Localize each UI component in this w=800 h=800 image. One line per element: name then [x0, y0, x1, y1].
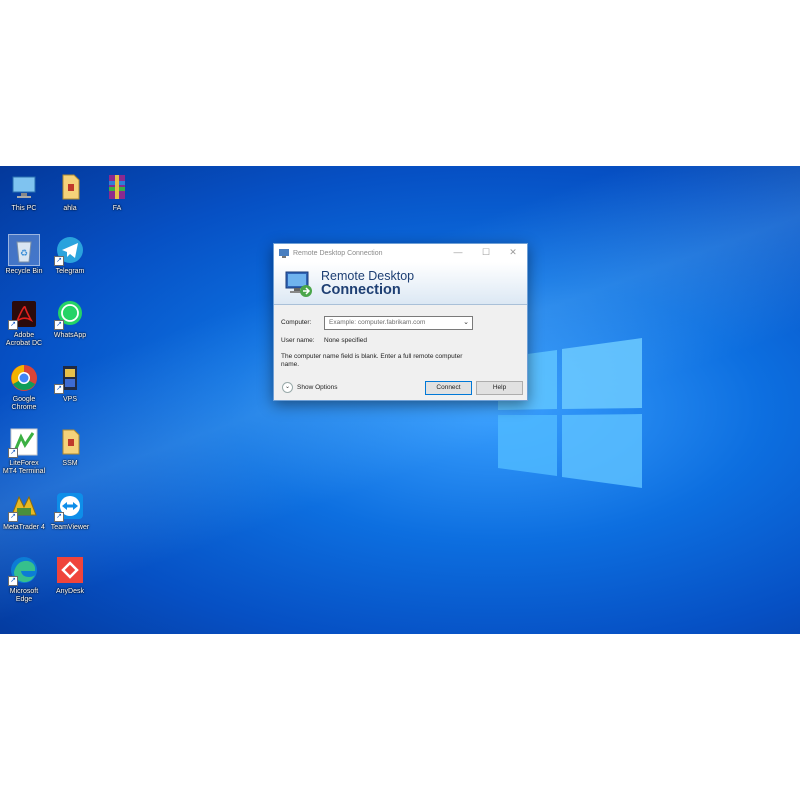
username-value: None specified	[324, 337, 367, 344]
desktop-icon-label: Recycle Bin	[5, 268, 43, 275]
document-icon	[55, 427, 85, 457]
desktop-icon-liteforex[interactable]: ↗ LiteForex MT4 Terminal	[2, 427, 46, 476]
desktop-icon-whatsapp[interactable]: ↗ WhatsApp	[48, 299, 92, 340]
whatsapp-icon: ↗	[54, 299, 85, 330]
liteforex-icon: ↗	[8, 427, 39, 458]
desktop-icon-label: AnyDesk	[55, 588, 84, 595]
shortcut-arrow-icon: ↗	[8, 448, 18, 458]
desktop-icon-label: Google Chrome	[11, 396, 37, 411]
desktop-icon-label: This PC	[11, 205, 37, 212]
archive-icon	[102, 172, 132, 202]
computer-icon	[9, 172, 39, 202]
computer-combobox[interactable]: Example: computer.fabrikam.com ⌄	[324, 316, 473, 330]
desktop-icon-label: LiteForex MT4 Terminal	[2, 460, 46, 475]
desktop-icon-label: FA	[112, 205, 122, 212]
shortcut-arrow-icon: ↗	[54, 256, 64, 266]
remote-desktop-small-icon	[279, 248, 289, 258]
desktop-icon-label: Telegram	[55, 268, 85, 275]
show-options-label: Show Options	[297, 384, 338, 391]
desktop-icon-teamviewer[interactable]: ↗ TeamViewer	[48, 491, 92, 532]
desktop-icon-adobe-acrobat[interactable]: ↗ Adobe Acrobat DC	[2, 299, 46, 348]
adobe-acrobat-icon: ↗	[8, 299, 39, 330]
remote-desktop-dialog: Remote Desktop Connection — ☐ ✕ Remote D…	[273, 243, 528, 401]
desktop-icon-label: WhatsApp	[53, 332, 87, 339]
document-icon	[55, 172, 85, 202]
desktop-icon-telegram[interactable]: ↗ Telegram	[48, 235, 92, 276]
shortcut-arrow-icon: ↗	[54, 512, 64, 522]
computer-label: Computer:	[281, 319, 312, 326]
dialog-banner: Remote Desktop Connection	[274, 262, 527, 305]
teamviewer-icon: ↗	[54, 491, 85, 522]
banner-title-line1: Remote Desktop	[321, 269, 415, 283]
desktop-icon-label: VPS	[62, 396, 77, 403]
vps-icon: ↗	[54, 363, 85, 394]
anydesk-icon	[55, 555, 85, 585]
minimize-button[interactable]: —	[447, 247, 469, 257]
shortcut-arrow-icon: ↗	[8, 512, 18, 522]
desktop-icon-microsoft-edge[interactable]: ↗ Microsoft Edge	[2, 555, 46, 604]
edge-icon: ↗	[8, 555, 39, 586]
chrome-icon	[9, 363, 39, 393]
desktop-icon-fa[interactable]: FA	[95, 172, 139, 213]
desktop-icon-this-pc[interactable]: This PC	[2, 172, 46, 213]
recycle-bin-icon: ♻	[8, 234, 40, 266]
desktop-icon-label: SSM	[62, 460, 78, 467]
desktop-icon-google-chrome[interactable]: Google Chrome	[2, 363, 46, 412]
computer-placeholder: Example: computer.fabrikam.com	[329, 319, 426, 326]
close-button[interactable]: ✕	[502, 247, 524, 258]
shortcut-arrow-icon: ↗	[54, 320, 64, 330]
desktop-icon-label: Microsoft Edge	[9, 588, 39, 603]
chevron-down-icon: ⌄	[282, 382, 293, 393]
username-label: User name:	[281, 337, 315, 344]
remote-desktop-icon	[285, 271, 312, 297]
show-options-toggle[interactable]: ⌄ Show Options	[282, 382, 337, 393]
shortcut-arrow-icon: ↗	[54, 384, 64, 394]
maximize-button[interactable]: ☐	[475, 247, 497, 258]
desktop-icon-label: TeamViewer	[50, 524, 90, 531]
status-message: The computer name field is blank. Enter …	[281, 353, 463, 368]
desktop-icon-metatrader[interactable]: ↗ MetaTrader 4	[2, 491, 46, 532]
chevron-down-icon[interactable]: ⌄	[463, 318, 469, 326]
shortcut-arrow-icon: ↗	[8, 320, 18, 330]
banner-title-line2: Connection	[321, 282, 401, 298]
desktop-icon-label: ahla	[63, 205, 77, 212]
connect-button[interactable]: Connect	[425, 381, 472, 395]
desktop-icon-recycle-bin[interactable]: ♻ Recycle Bin	[2, 234, 46, 276]
metatrader-icon: ↗	[8, 491, 39, 522]
help-button[interactable]: Help	[476, 381, 523, 395]
desktop-icon-anydesk[interactable]: AnyDesk	[48, 555, 92, 596]
telegram-icon: ↗	[54, 235, 85, 266]
shortcut-arrow-icon: ↗	[8, 576, 18, 586]
dialog-title: Remote Desktop Connection	[293, 249, 383, 257]
desktop-icon-label: Adobe Acrobat DC	[5, 332, 43, 347]
desktop-icon-ssm[interactable]: SSM	[48, 427, 92, 468]
desktop-icon-vps[interactable]: ↗ VPS	[48, 363, 92, 404]
desktop-icon-label: MetaTrader 4	[3, 524, 45, 531]
desktop-icon-ahla[interactable]: ahla	[48, 172, 92, 213]
dialog-titlebar[interactable]: Remote Desktop Connection — ☐ ✕	[274, 244, 527, 262]
svg-text:♻: ♻	[20, 248, 28, 258]
